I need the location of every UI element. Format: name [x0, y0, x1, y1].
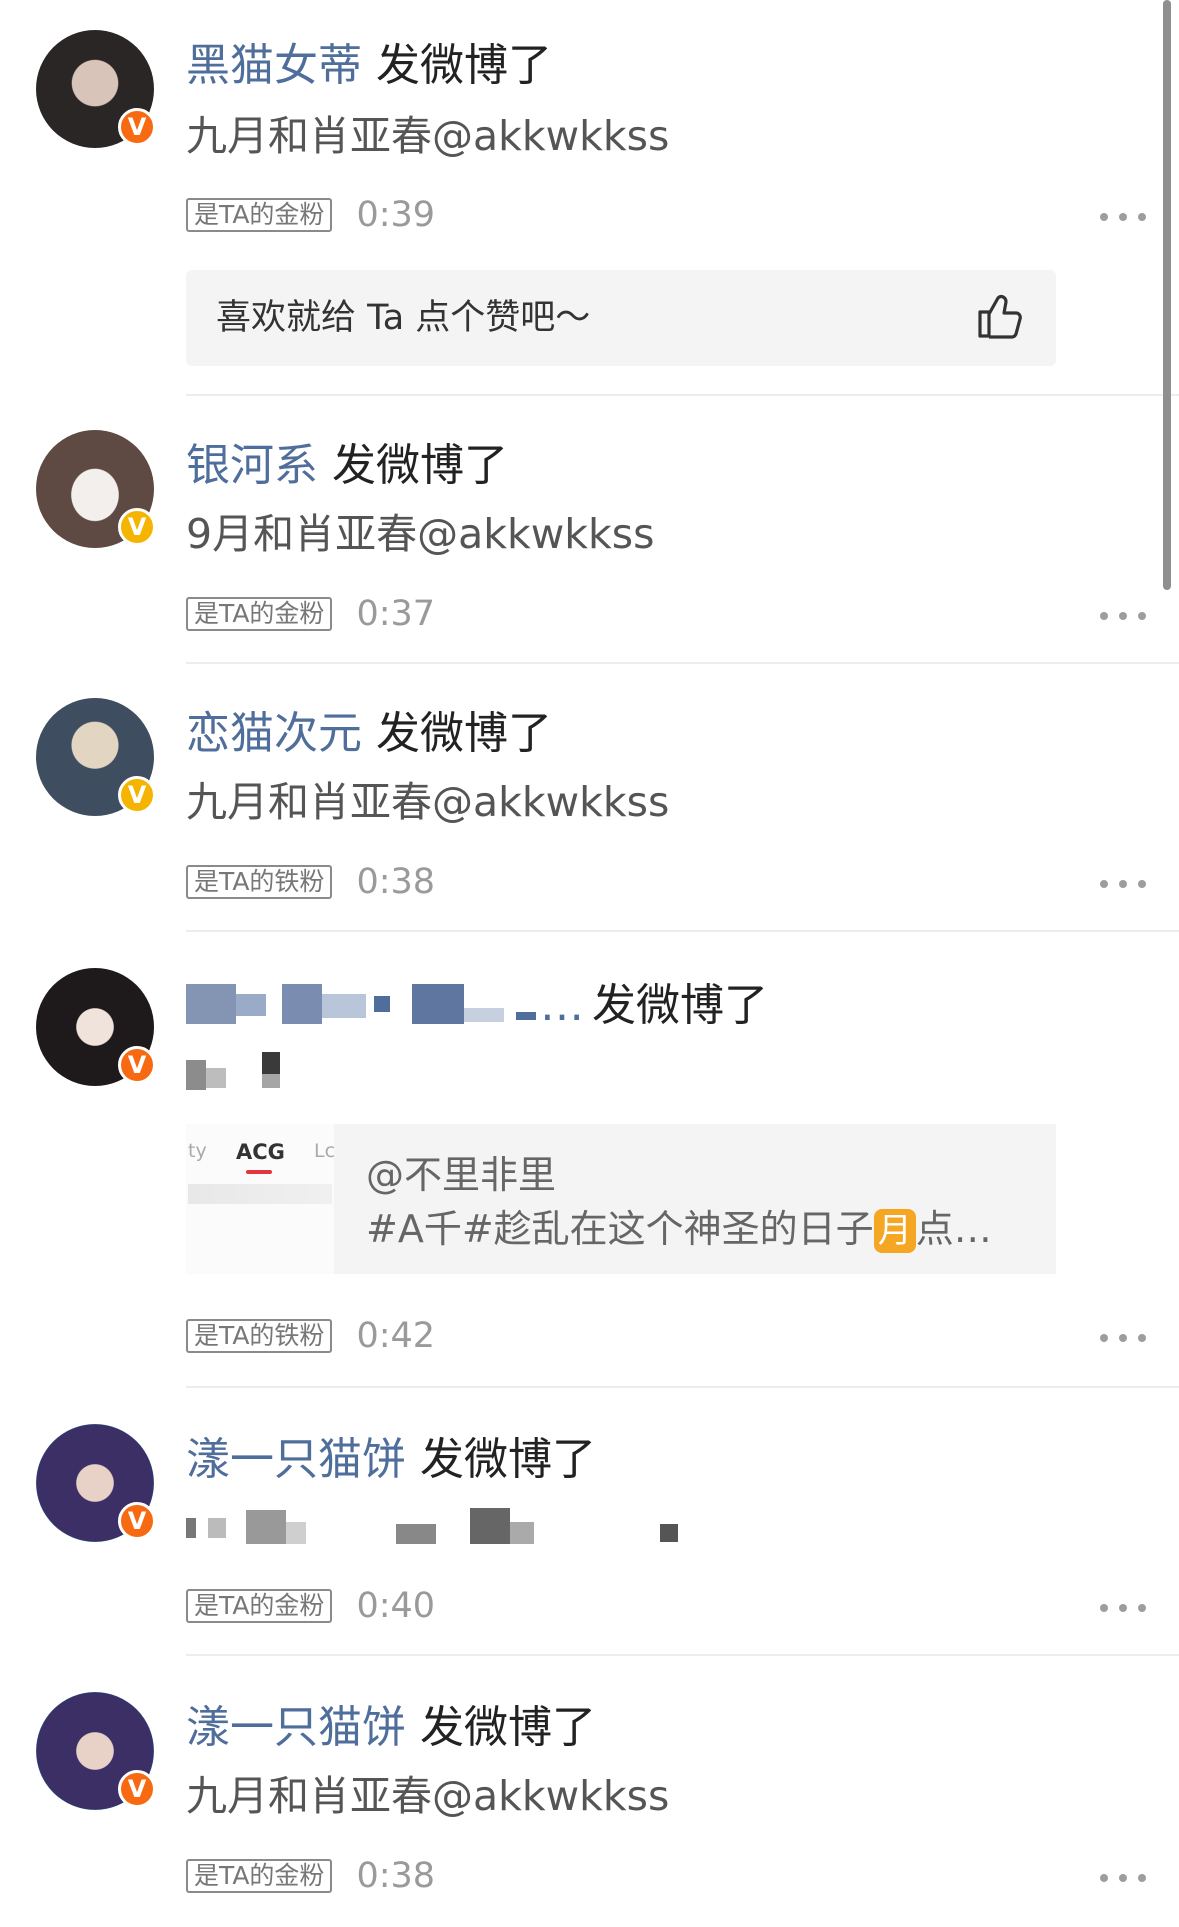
post-text[interactable]: 九月和肖亚春@akkwkkss — [186, 776, 669, 828]
thumb-tab: Lc — [314, 1140, 334, 1162]
timestamp: 0:38 — [356, 862, 436, 902]
timestamp: 0:39 — [356, 195, 436, 235]
divider — [186, 1386, 1179, 1388]
fan-tag: 是TA的金粉 — [186, 597, 333, 631]
thumb-tab-active: ACG — [236, 1140, 285, 1164]
username-link[interactable]: 漾一只猫饼 — [186, 1702, 406, 1753]
repost-thumbnail: ty ACG Lc — [186, 1124, 334, 1274]
verified-v-icon: V — [118, 1046, 156, 1084]
timestamp: 0:37 — [356, 594, 436, 634]
verified-v-icon: V — [118, 776, 156, 814]
username-suffix: … — [540, 980, 584, 1031]
action-text: 发微博了 — [420, 1434, 596, 1485]
username-link[interactable]: 恋猫次元 — [186, 708, 362, 759]
post-text[interactable]: 九月和肖亚春@akkwkkss — [186, 1770, 669, 1822]
more-options-icon[interactable] — [1100, 1332, 1146, 1344]
avatar[interactable]: V — [36, 968, 156, 1086]
more-options-icon[interactable] — [1100, 1602, 1146, 1614]
timestamp: 0:40 — [356, 1586, 436, 1626]
divider — [186, 394, 1179, 396]
thumb-tab: ty — [188, 1140, 207, 1162]
fan-tag: 是TA的金粉 — [186, 1859, 333, 1893]
moon-emoji-icon: 月 — [873, 1209, 916, 1253]
avatar[interactable]: V — [36, 430, 156, 548]
action-text: 发微博了 — [332, 440, 508, 491]
snippet-text: #A千#趁乱在这个神圣的日子 — [366, 1207, 874, 1251]
action-text: 发微博了 — [420, 1702, 596, 1753]
fan-tag: 是TA的铁粉 — [186, 1319, 333, 1353]
more-options-icon[interactable] — [1100, 1872, 1146, 1884]
verified-v-icon: V — [118, 508, 156, 546]
divider — [186, 1654, 1179, 1656]
action-text: 发微博了 — [376, 708, 552, 759]
repost-mention[interactable]: @不里非里 — [366, 1150, 556, 1200]
fan-tag: 是TA的金粉 — [186, 198, 333, 232]
avatar[interactable]: V — [36, 30, 156, 148]
post-text-redacted[interactable] — [186, 1500, 686, 1550]
avatar[interactable]: V — [36, 1424, 156, 1542]
like-prompt-text: 喜欢就给 Ta 点个赞吧～ — [216, 298, 591, 338]
snippet-text: 点… — [915, 1207, 992, 1251]
post-text[interactable]: 9月和肖亚春@akkwkkss — [186, 508, 654, 560]
verified-v-icon: V — [118, 1770, 156, 1808]
divider — [186, 662, 1179, 664]
username-link[interactable]: 漾一只猫饼 — [186, 1434, 406, 1485]
repost-card[interactable]: ty ACG Lc @不里非里 #A千#趁乱在这个神圣的日子月点… — [186, 1124, 1056, 1274]
fan-tag: 是TA的金粉 — [186, 1589, 333, 1623]
avatar[interactable]: V — [36, 698, 156, 816]
thumbs-up-icon[interactable] — [974, 290, 1026, 342]
more-options-icon[interactable] — [1100, 211, 1146, 223]
timestamp: 0:42 — [356, 1316, 436, 1356]
timestamp: 0:38 — [356, 1856, 436, 1896]
notification-feed: V 黑猫女蒂 发微博了 九月和肖亚春@akkwkkss 是TA的金粉 0:39 喜… — [0, 0, 1179, 1927]
more-options-icon[interactable] — [1100, 878, 1146, 890]
post-text[interactable]: 九月和肖亚春@akkwkkss — [186, 110, 669, 162]
username-link[interactable]: 黑猫女蒂 — [186, 40, 362, 91]
scrollbar[interactable] — [1163, 0, 1171, 590]
action-text: 发微博了 — [592, 980, 768, 1031]
post-text-redacted[interactable] — [186, 1048, 286, 1094]
verified-v-icon: V — [118, 1502, 156, 1540]
verified-v-icon: V — [118, 108, 156, 146]
username-link[interactable]: 银河系 — [186, 440, 318, 491]
fan-tag: 是TA的铁粉 — [186, 865, 333, 899]
username-redacted[interactable]: … — [186, 978, 586, 1034]
repost-snippet: #A千#趁乱在这个神圣的日子月点… — [366, 1204, 992, 1254]
more-options-icon[interactable] — [1100, 610, 1146, 622]
avatar[interactable]: V — [36, 1692, 156, 1810]
divider — [186, 930, 1179, 932]
action-text: 发微博了 — [376, 40, 552, 91]
like-prompt-card[interactable]: 喜欢就给 Ta 点个赞吧～ — [186, 270, 1056, 366]
